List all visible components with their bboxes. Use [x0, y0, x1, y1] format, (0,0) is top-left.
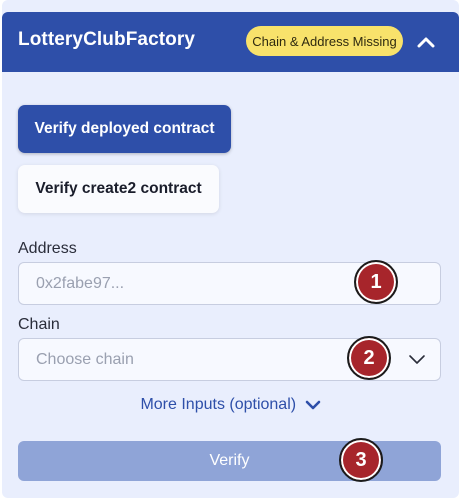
verify-deployed-contract-button[interactable]: Verify deployed contract — [18, 105, 231, 153]
chevron-up-icon — [417, 37, 435, 48]
verify-create2-contract-button[interactable]: Verify create2 contract — [18, 165, 219, 213]
contract-card: LotteryClubFactory Chain & Address Missi… — [2, 0, 459, 498]
chevron-down-icon — [305, 400, 320, 410]
chevron-down-icon — [409, 355, 425, 364]
collapse-button[interactable] — [410, 28, 442, 56]
address-label: Address — [18, 240, 77, 257]
chain-placeholder: Choose chain — [36, 350, 134, 368]
more-inputs-toggle[interactable]: More Inputs (optional) — [2, 396, 459, 414]
step-marker-2: 2 — [347, 336, 391, 380]
contract-title: LotteryClubFactory — [18, 29, 196, 50]
chain-label: Chain — [18, 316, 60, 333]
address-placeholder: 0x2fabe97... — [36, 274, 125, 292]
card-header[interactable]: LotteryClubFactory Chain & Address Missi… — [2, 12, 459, 72]
more-inputs-label: More Inputs (optional) — [140, 396, 297, 413]
status-badge: Chain & Address Missing — [246, 26, 403, 56]
step-marker-1: 1 — [354, 260, 398, 304]
step-marker-3: 3 — [339, 438, 383, 482]
